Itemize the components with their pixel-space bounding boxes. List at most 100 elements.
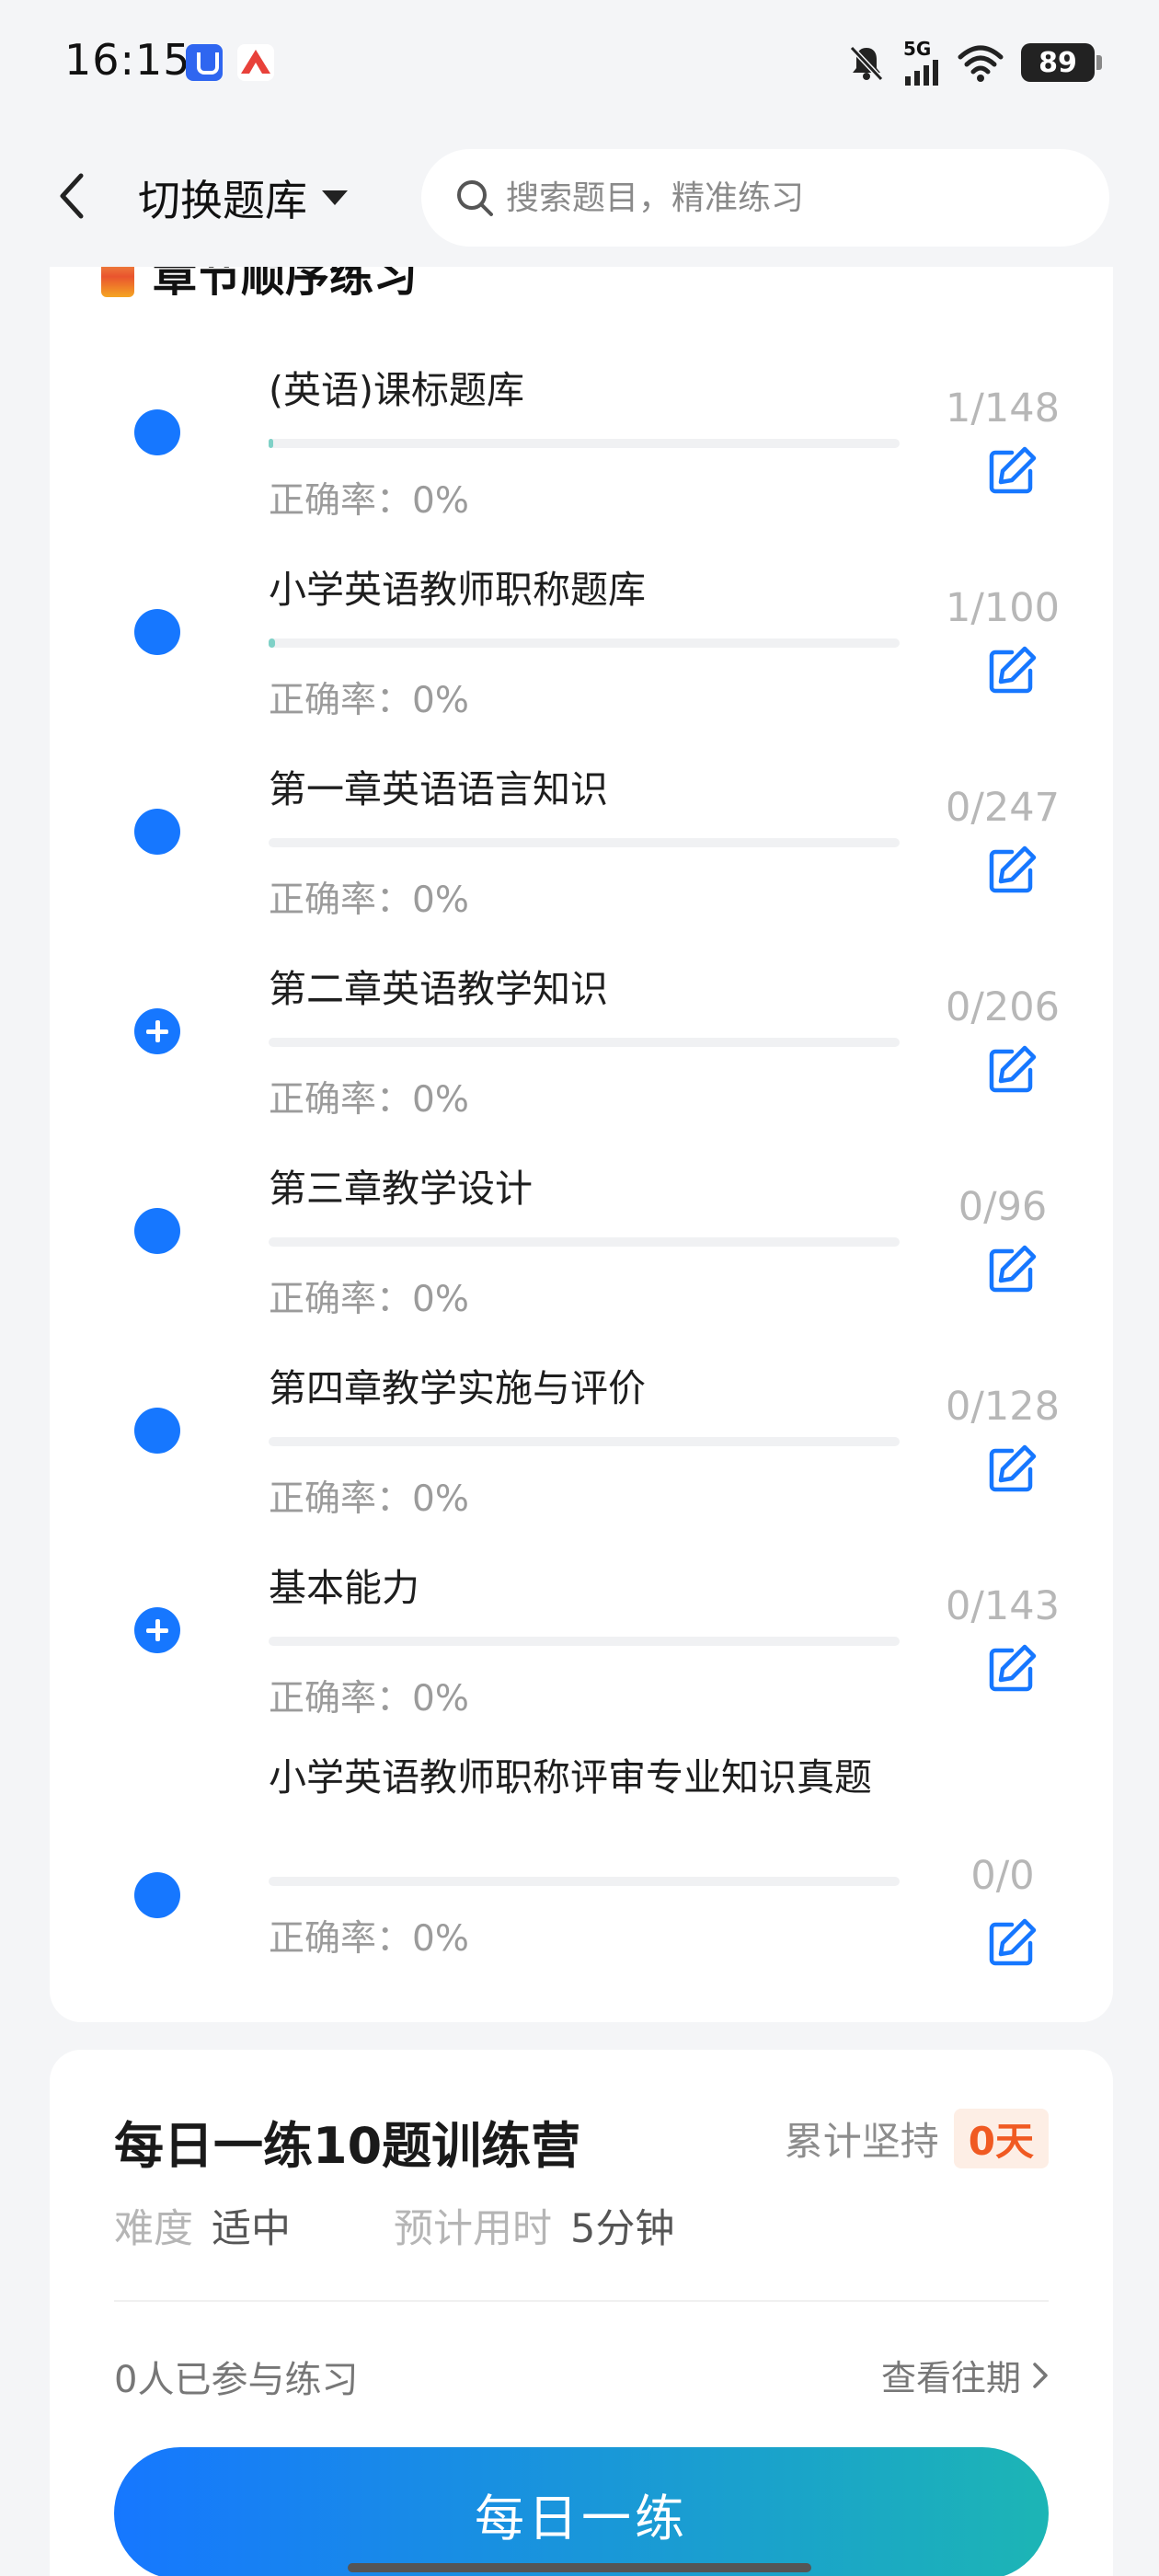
chevron-right-icon: [1033, 2362, 1048, 2388]
edit-icon: [989, 646, 1037, 694]
chapter-progress-bar: [269, 1637, 900, 1646]
chapter-section-header: 章节顺序练习: [101, 267, 418, 304]
chapter-item[interactable]: 基本能力 正确率：0% 0/143: [50, 1548, 1113, 1748]
chapter-item[interactable]: (英语)课标题库 正确率：0% 1/148: [50, 351, 1113, 550]
participants-count: 0人已参与练习: [114, 2359, 359, 2401]
app-shield-icon: [186, 44, 223, 81]
chapter-progress-bar: [269, 838, 900, 847]
edit-practice-button[interactable]: [984, 1242, 1039, 1297]
divider: [114, 2300, 1049, 2302]
signal-icon: [905, 60, 938, 86]
chapter-item-name: 第二章英语教学知识: [269, 967, 608, 1011]
streak-info: 累计坚持 0天: [785, 2109, 1049, 2168]
edit-icon: [989, 446, 1037, 494]
edit-icon: [989, 1245, 1037, 1293]
chapter-section-title: 章节顺序练习: [153, 267, 419, 302]
bullet-dot-icon: [134, 809, 180, 855]
chevron-left-icon: [60, 173, 84, 219]
caret-down-icon: [322, 190, 348, 205]
chapter-item[interactable]: 第三章教学设计 正确率：0% 0/96: [50, 1149, 1113, 1349]
edit-practice-button[interactable]: [984, 1641, 1039, 1696]
switch-bank-label: 切换题库: [138, 176, 307, 225]
fire-icon: [101, 267, 134, 297]
bullet-dot-icon: [134, 409, 180, 455]
search-bar[interactable]: [421, 149, 1109, 247]
chapter-progress-bar: [269, 439, 900, 448]
bullet-dot-icon: [134, 1208, 180, 1254]
bullet-dot-icon: [134, 609, 180, 655]
chapter-question-count: 0/206: [946, 984, 1060, 1030]
meta-spacer: [309, 2197, 375, 2254]
expand-icon[interactable]: [134, 1008, 180, 1054]
edit-practice-button[interactable]: [984, 843, 1039, 898]
edit-icon: [989, 1045, 1037, 1093]
daily-practice-button[interactable]: 每日一练: [114, 2447, 1049, 2576]
switch-bank-dropdown[interactable]: 切换题库: [138, 166, 350, 230]
battery-icon: 89: [1021, 43, 1102, 82]
chapter-question-count: 1/100: [946, 585, 1060, 631]
edit-practice-button[interactable]: [984, 1042, 1039, 1098]
status-time: 16:15: [64, 35, 191, 85]
chapter-question-count: 1/148: [946, 385, 1060, 431]
chapter-accuracy: 正确率：0%: [269, 1918, 469, 1960]
chapter-progress-bar: [269, 1877, 900, 1886]
chapter-progress-bar: [269, 1237, 900, 1247]
chapter-practice-card: 章节顺序练习 (英语)课标题库 正确率：0% 1/148 小学英语教师职称题库 正确率：…: [50, 267, 1113, 2022]
chapter-accuracy: 正确率：0%: [269, 1678, 469, 1719]
chapter-progress-fill: [269, 439, 273, 448]
chapter-question-count: 0/128: [946, 1384, 1060, 1430]
chapter-item-name: 第四章教学实施与评价: [269, 1366, 646, 1410]
chapter-item-name: (英语)课标题库: [269, 368, 524, 412]
chapter-item-name: 第一章英语语言知识: [269, 767, 608, 811]
edit-practice-button[interactable]: [984, 643, 1039, 698]
wifi-icon: [958, 45, 1004, 82]
daily-meta: 难度 适中 预计用时 5分钟: [114, 2197, 674, 2254]
chapter-item-name: 小学英语教师职称评审专业知识真题: [269, 1755, 872, 1800]
edit-icon: [989, 1644, 1037, 1692]
edit-practice-button[interactable]: [984, 1442, 1039, 1497]
streak-days-badge: 0天: [953, 2109, 1049, 2168]
status-bar: 16:15 5G 89: [0, 0, 1159, 129]
chapter-item-name: 基本能力: [269, 1566, 419, 1610]
search-icon: [457, 180, 493, 216]
chapter-item[interactable]: 小学英语教师职称题库 正确率：0% 1/100: [50, 550, 1113, 750]
chapter-accuracy: 正确率：0%: [269, 1279, 469, 1320]
chapter-progress-bar: [269, 1437, 900, 1446]
daily-practice-title: 每日一练10题训练营: [114, 2117, 581, 2175]
difficulty-value: 适中: [212, 2206, 291, 2252]
chapter-item-name: 第三章教学设计: [269, 1167, 533, 1211]
chapter-question-count: 0/0: [970, 1853, 1035, 1899]
chapter-accuracy: 正确率：0%: [269, 880, 469, 921]
chapter-item[interactable]: 第一章英语语言知识 正确率：0% 0/247: [50, 750, 1113, 949]
history-link-label: 查看往期: [880, 2358, 1021, 2398]
bullet-dot-icon: [134, 1408, 180, 1454]
bell-muted-icon: [849, 45, 884, 82]
chapter-item[interactable]: 小学英语教师职称评审专业知识真题 正确率：0% 0/0: [50, 1735, 1113, 1985]
app-mountain-icon: [237, 44, 274, 81]
chapter-question-count: 0/247: [946, 785, 1060, 831]
history-link[interactable]: 查看往期: [881, 2350, 1049, 2400]
chapter-progress-bar: [269, 1038, 900, 1047]
daily-practice-card: 每日一练10题训练营 累计坚持 0天 难度 适中 预计用时 5分钟 0人已参与练…: [50, 2050, 1113, 2576]
chapter-progress-fill: [269, 638, 275, 648]
edit-icon: [989, 845, 1037, 893]
chapter-accuracy: 正确率：0%: [269, 1079, 469, 1121]
home-indicator: [348, 2563, 811, 2572]
bullet-dot-icon: [134, 1872, 180, 1918]
search-input[interactable]: [506, 178, 1095, 217]
chapter-item[interactable]: 第二章英语教学知识 正确率：0% 0/206: [50, 949, 1113, 1149]
network-type: 5G: [903, 38, 932, 60]
chapter-accuracy: 正确率：0%: [269, 1478, 469, 1520]
chapter-accuracy: 正确率：0%: [269, 480, 469, 522]
expand-icon[interactable]: [134, 1607, 180, 1653]
edit-practice-button[interactable]: [984, 443, 1039, 499]
chapter-question-count: 0/96: [958, 1184, 1048, 1230]
back-button[interactable]: [44, 164, 99, 228]
edit-practice-button[interactable]: [984, 1915, 1039, 1971]
signal-indicator: 5G: [903, 40, 940, 86]
chapter-item[interactable]: 第四章教学实施与评价 正确率：0% 0/128: [50, 1349, 1113, 1548]
status-icons: 5G 89: [846, 37, 1102, 88]
top-header: 切换题库: [0, 129, 1159, 267]
streak-label: 累计坚持: [784, 2119, 939, 2164]
difficulty-label: 难度: [114, 2206, 193, 2252]
